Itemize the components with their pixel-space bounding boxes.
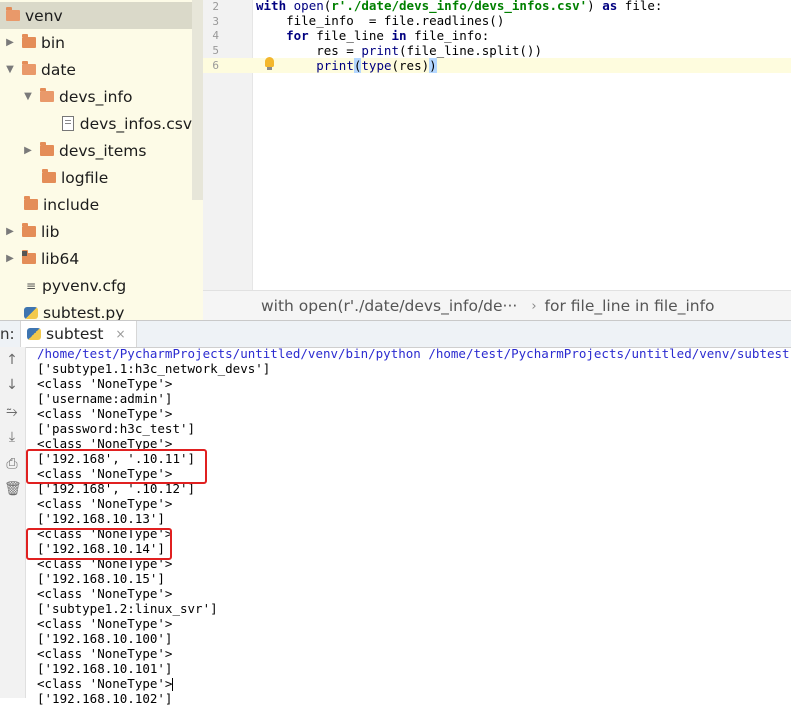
tree-item-devs-infos-csv[interactable]: devs_infos.csv — [0, 110, 192, 137]
folder-icon — [24, 196, 38, 210]
tree-item-bin[interactable]: ▶ bin — [0, 29, 192, 56]
expand-arrow-icon[interactable]: ▶ — [22, 145, 34, 156]
code-line-3: file_info = file.readlines() — [256, 13, 505, 28]
expand-arrow-icon[interactable]: ▶ — [4, 37, 16, 48]
console-line: <class 'NoneType'> — [37, 376, 173, 391]
console-line: <class 'NoneType'> — [37, 646, 173, 661]
console-line: ['192.168.10.100'] — [37, 631, 173, 646]
scroll-up-icon[interactable]: ↑ — [4, 352, 20, 368]
console-line: ['subtype1.2:linux_svr'] — [37, 601, 218, 616]
console-line: ['192.168.10.101'] — [37, 661, 173, 676]
line-number: 5 — [212, 44, 219, 57]
text-file-icon — [61, 116, 74, 131]
console-line: ['subtype1.1:h3c_network_devs'] — [37, 361, 271, 376]
scroll-down-icon[interactable]: ↓ — [4, 377, 20, 393]
console-line: ['192.168.10.102'] — [37, 691, 173, 706]
line-number: 6 — [212, 59, 219, 72]
folder-icon — [22, 223, 36, 237]
run-tool-header: n: subtest × — [0, 320, 791, 348]
console-command-line: /home/test/PycharmProjects/untitled/venv… — [37, 346, 791, 361]
tree-scrollbar[interactable] — [192, 0, 203, 200]
console-line: <class 'NoneType'> — [37, 436, 173, 451]
folder-open-icon — [40, 88, 54, 102]
print-icon[interactable]: ⎙ — [4, 456, 20, 472]
collapse-arrow-icon[interactable]: ▼ — [4, 64, 16, 75]
tree-item-label: logfile — [61, 168, 109, 187]
tree-item-label: venv — [25, 6, 63, 25]
expand-arrow-icon[interactable]: ▶ — [4, 226, 16, 237]
config-file-icon: ≡ — [26, 278, 37, 293]
console-output[interactable]: /home/test/PycharmProjects/untitled/venv… — [37, 346, 791, 706]
console-line: <class 'NoneType'> — [37, 526, 173, 541]
python-file-icon — [27, 328, 41, 340]
tree-item-label: lib64 — [41, 249, 80, 268]
code-line-4: for file_line in file_info: — [286, 28, 490, 43]
run-toolbar: ↑ ↓ ⥲ ⤓ ⎙ 🗑 — [0, 347, 26, 698]
line-number: 2 — [212, 0, 219, 13]
tree-item-lib64[interactable]: ▶ lib64 — [0, 245, 192, 272]
tree-item-label: devs_info — [59, 87, 133, 106]
tree-item-label: pyvenv.cfg — [42, 276, 127, 295]
code-line-2: with open(r'./date/devs_info/devs_infos.… — [256, 0, 663, 13]
tree-item-subtest-py[interactable]: subtest.py — [0, 299, 192, 320]
folder-open-icon — [22, 61, 36, 75]
tree-item-label: include — [43, 195, 100, 214]
tree-item-date[interactable]: ▼ date — [0, 56, 192, 83]
folder-icon — [42, 169, 56, 183]
collapse-arrow-icon[interactable]: ▼ — [22, 91, 34, 102]
tree-item-devs-items[interactable]: ▶ devs_items — [0, 137, 192, 164]
tree-item-pyvenv-cfg[interactable]: ≡ pyvenv.cfg — [0, 272, 192, 299]
console-line: <class 'NoneType'> — [37, 556, 173, 571]
folder-icon — [40, 142, 54, 156]
console-line: ['192.168', '.10.12'] — [37, 481, 196, 496]
console-line-with-caret: <class 'NoneType'> — [37, 676, 174, 691]
console-line: <class 'NoneType'> — [37, 586, 173, 601]
run-tab-label: subtest — [46, 325, 104, 343]
tree-item-devs-info[interactable]: ▼ devs_info — [0, 83, 192, 110]
tree-item-label: devs_items — [59, 141, 147, 160]
console-line: ['username:admin'] — [37, 391, 173, 406]
expand-arrow-icon[interactable]: ▶ — [4, 253, 16, 264]
line-number: 3 — [212, 15, 219, 28]
folder-open-icon — [6, 7, 20, 21]
scroll-to-end-icon[interactable]: ⤓ — [4, 429, 20, 445]
tree-item-logfile[interactable]: logfile — [0, 164, 192, 191]
console-line: ['192.168', '.10.11'] — [37, 451, 196, 466]
tree-item-label: date — [41, 60, 76, 79]
tree-item-label: bin — [41, 33, 65, 52]
python-file-icon — [24, 306, 38, 319]
breadcrumb-item-for-loop[interactable]: for file_line in file_info — [545, 297, 715, 315]
breadcrumb-item-with-open[interactable]: with open(r'./date/devs_info/de··· — [261, 297, 517, 315]
breadcrumb: with open(r'./date/devs_info/de··· › for… — [203, 290, 791, 321]
text-caret — [172, 678, 174, 691]
code-line-5: res = print(file_line.split()) — [256, 43, 542, 58]
tree-item-venv[interactable]: venv — [0, 2, 192, 29]
console-line: ['192.168.10.15'] — [37, 571, 165, 586]
project-tree: venv ▶ bin ▼ date ▼ devs_info devs_infos… — [0, 0, 203, 320]
tree-item-label: lib — [41, 222, 60, 241]
console-line: ['192.168.10.13'] — [37, 511, 165, 526]
run-tab-subtest[interactable]: subtest × — [20, 321, 137, 347]
close-icon[interactable]: × — [116, 327, 126, 341]
console-line: ['password:h3c_test'] — [37, 421, 196, 436]
tree-item-include[interactable]: include — [0, 191, 192, 218]
run-label: n: — [0, 325, 15, 343]
code-editor[interactable]: 2 3 4 5 6 with open(r'./date/devs_info/d… — [203, 0, 791, 290]
console-line: <class 'NoneType'> — [37, 496, 173, 511]
folder-icon — [22, 34, 36, 48]
console-line: <class 'NoneType'> — [37, 616, 173, 631]
soft-wrap-icon[interactable]: ⥲ — [4, 404, 20, 420]
tree-item-label: devs_infos.csv — [79, 114, 192, 133]
console-line: <class 'NoneType'> — [37, 406, 173, 421]
line-number: 4 — [212, 29, 219, 42]
console-line: ['192.168.10.14'] — [37, 541, 165, 556]
tree-item-label: subtest.py — [43, 303, 125, 321]
folder-link-icon — [22, 250, 36, 264]
code-line-6: print(type(res)) — [316, 58, 437, 73]
console-line: <class 'NoneType'> — [37, 466, 173, 481]
breadcrumb-separator: › — [531, 298, 537, 314]
tree-item-lib[interactable]: ▶ lib — [0, 218, 192, 245]
trash-icon[interactable]: 🗑 — [4, 481, 22, 497]
